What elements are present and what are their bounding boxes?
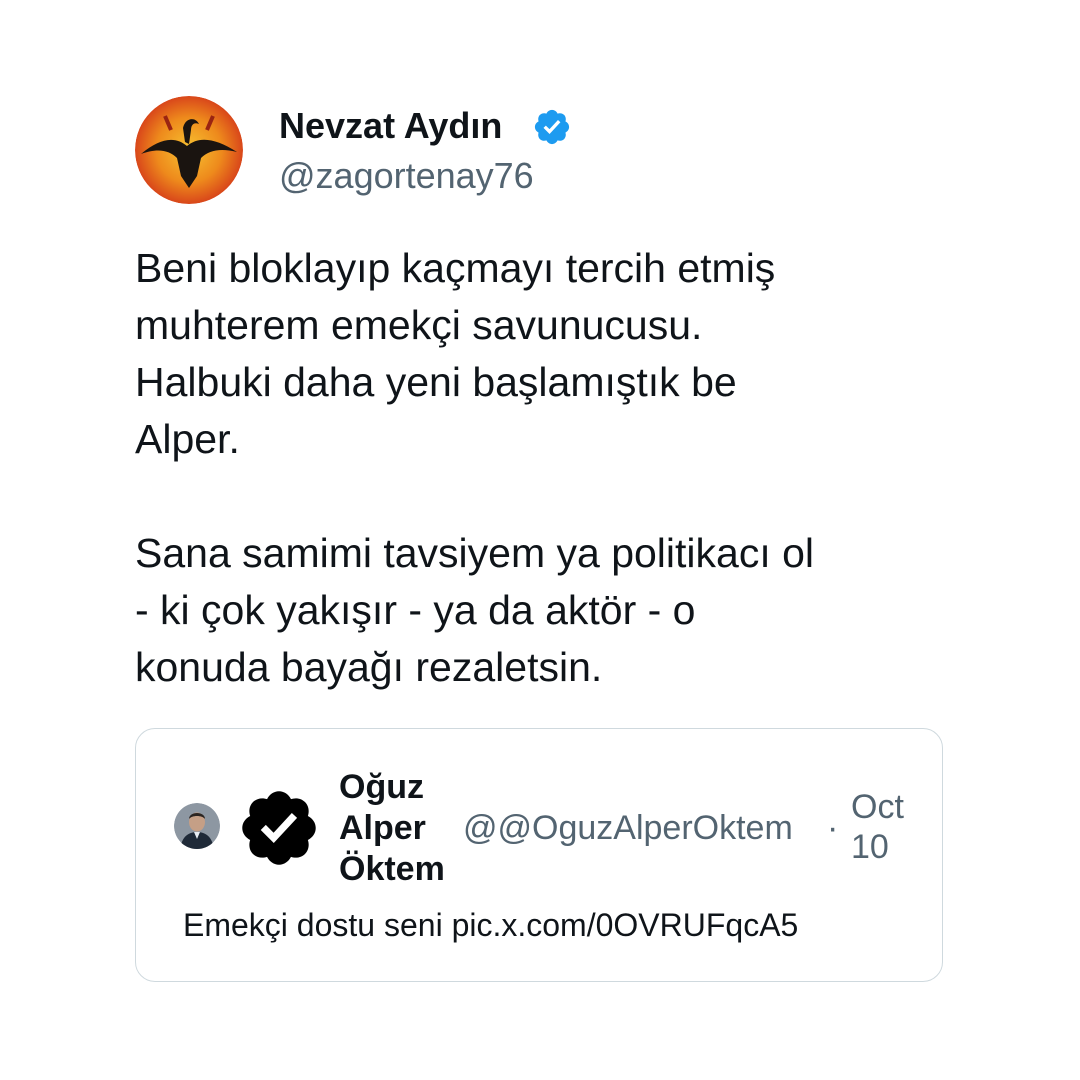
tweet-card: Nevzat Aydın @zagortenay76 Beni bloklayı… xyxy=(0,0,1080,1080)
quoted-tweet-text: Emekçi dostu seni pic.x.com/0OVRUFqcA5 xyxy=(183,907,799,943)
quoted-author-display-name[interactable]: Oğuz Alper Öktem xyxy=(339,767,459,890)
dot-separator: · xyxy=(827,809,839,847)
tweet-paragraph: Sana samimi tavsiyem ya politikacı ol - … xyxy=(135,530,815,690)
verified-badge-icon xyxy=(242,791,316,865)
verified-badge-icon xyxy=(534,109,570,145)
phoenix-emblem-icon xyxy=(135,96,243,204)
tweet-paragraph: Beni bloklayıp kaçmayı tercih etmiş muht… xyxy=(135,245,776,462)
quoted-author-handle[interactable]: @@OguzAlperOktem xyxy=(463,808,793,849)
author-display-name[interactable]: Nevzat Aydın xyxy=(279,104,502,148)
profile-photo-icon xyxy=(174,803,220,849)
author-avatar[interactable] xyxy=(135,96,243,204)
quoted-author-avatar[interactable] xyxy=(174,803,220,849)
tweet-text: Beni bloklayıp kaçmayı tercih etmiş muht… xyxy=(135,240,945,696)
quoted-tweet-date[interactable]: Oct 10 xyxy=(851,787,921,867)
quoted-tweet[interactable]: Oğuz Alper Öktem @@OguzAlperOktem · Oct … xyxy=(135,728,943,982)
author-handle[interactable]: @zagortenay76 xyxy=(279,154,534,198)
